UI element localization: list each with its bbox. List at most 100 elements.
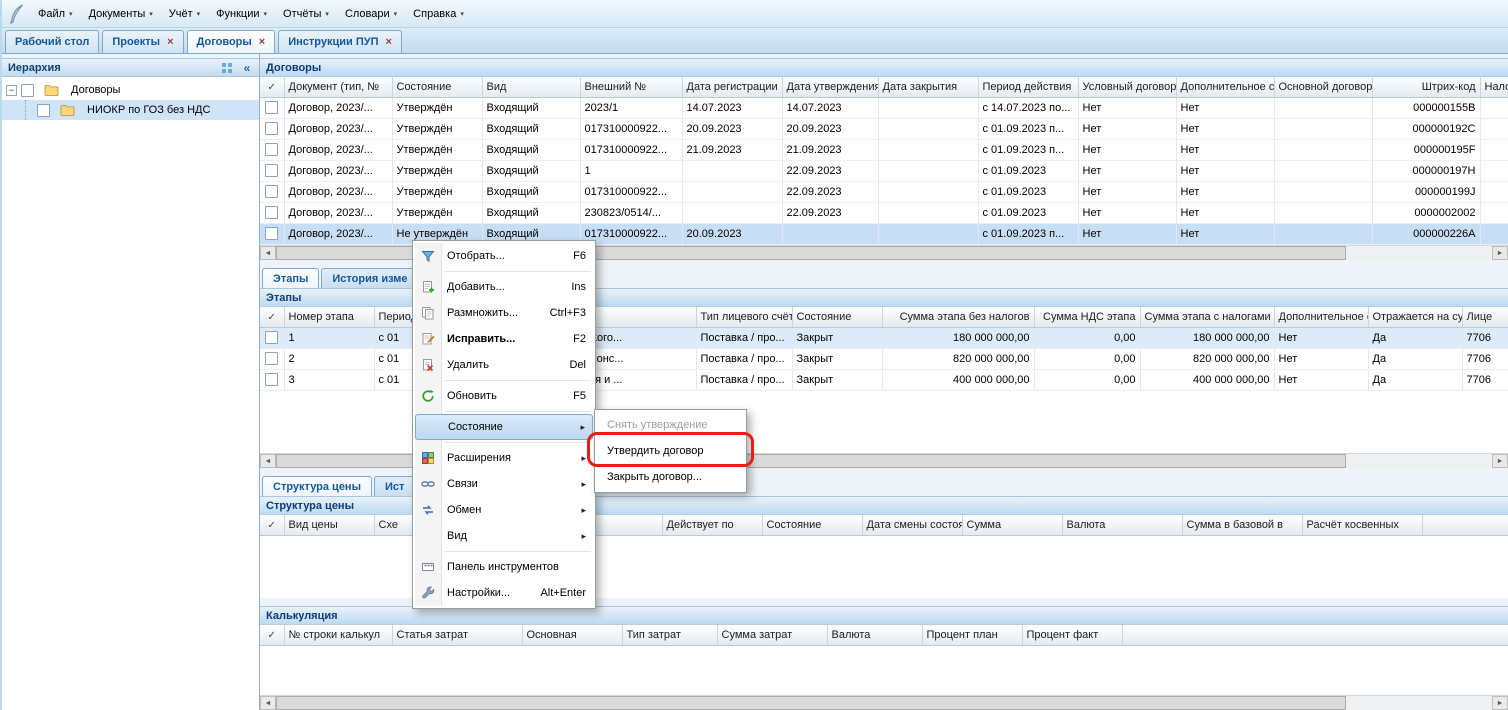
scrollbar-thumb[interactable] [276,696,1346,710]
column-header[interactable]: Вид цены [284,515,374,535]
column-header[interactable]: Статья затрат [392,625,522,645]
column-header[interactable]: Дополнительное с [1176,77,1274,97]
context-menu-item[interactable]: ОбновитьF5 [415,383,593,409]
column-header[interactable]: Дата смены состоя [862,515,962,535]
tab[interactable]: Рабочий стол [5,30,99,53]
column-header[interactable]: Сумма [962,515,1062,535]
collapse-sidebar-icon[interactable]: « [239,60,255,76]
tab[interactable]: Инструкции ПУП× [278,30,402,53]
menubar-item[interactable]: Функции▾ [208,4,275,24]
column-header[interactable]: № строки калькул [284,625,392,645]
column-header[interactable]: Нало [1480,77,1508,97]
scroll-right-icon[interactable]: ► [1492,696,1508,710]
close-contract-menu-item[interactable]: Закрыть договор... [597,464,744,490]
context-menu-item[interactable]: УдалитьDel [415,352,593,378]
checkbox-column-header[interactable]: ✓ [260,625,284,645]
table-row[interactable]: Договор, 2023/...УтверждёнВходящий122.09… [260,160,1508,181]
menubar-item[interactable]: Отчёты▾ [275,4,337,24]
scroll-left-icon[interactable]: ◄ [260,696,276,710]
context-menu-item[interactable]: Состояние▸ [415,414,593,440]
column-header[interactable]: Номер этапа [284,307,374,327]
context-menu-item[interactable]: Отобрать...F6 [415,243,593,269]
column-header[interactable]: Лице [1462,307,1508,327]
scroll-right-icon[interactable]: ► [1492,454,1508,468]
checkbox-column-header[interactable]: ✓ [260,515,284,535]
tree-item[interactable]: НИОКР по ГОЗ без НДС [2,100,259,120]
table-row[interactable]: Договор, 2023/...УтверждёнВходящий2023/1… [260,97,1508,118]
column-header[interactable]: Состояние [792,307,882,327]
context-menu-item[interactable]: Размножить...Ctrl+F3 [415,300,593,326]
menubar-item[interactable]: Документы▾ [81,4,161,24]
column-header[interactable]: Основная [522,625,622,645]
column-header[interactable]: Дата утверждения [782,77,878,97]
row-checkbox[interactable] [265,101,278,114]
context-menu-item[interactable]: Добавить...Ins [415,274,593,300]
row-checkbox[interactable] [265,331,278,344]
context-menu-item[interactable]: Обмен▸ [415,497,593,523]
grid-view-icon[interactable] [219,60,235,76]
column-header[interactable]: Расчёт косвенных [1302,515,1422,535]
column-header[interactable]: Основной договор [1274,77,1372,97]
remove-approval-menu-item[interactable]: Снять утверждение [597,412,744,438]
horizontal-scrollbar[interactable]: ◄ ► [260,695,1508,710]
tree-item[interactable]: −Договоры [2,80,259,100]
row-checkbox[interactable] [265,122,278,135]
context-menu-item[interactable]: Настройки...Alt+Enter [415,580,593,606]
table-row[interactable]: Договор, 2023/...УтверждёнВходящий017310… [260,118,1508,139]
row-checkbox[interactable] [265,143,278,156]
column-header[interactable]: Документ (тип, № [284,77,392,97]
column-header[interactable]: Сумма этапа без налогов [882,307,1034,327]
column-header[interactable]: Тип лицевого счёт [696,307,792,327]
menubar-item[interactable]: Словари▾ [337,4,405,24]
close-icon[interactable]: × [167,37,173,48]
column-header[interactable]: Валюта [827,625,922,645]
column-header[interactable]: Вид [482,77,580,97]
tab[interactable]: Проекты× [102,30,183,53]
table-row[interactable]: Договор, 2023/...УтверждёнВходящий017310… [260,181,1508,202]
close-icon[interactable]: × [259,37,265,48]
row-checkbox[interactable] [265,164,278,177]
column-header[interactable]: Дополнительное с [1274,307,1368,327]
column-header[interactable]: Отражается на су [1368,307,1462,327]
context-menu-item[interactable]: Панель инструментов [415,554,593,580]
column-header[interactable]: Процент факт [1022,625,1122,645]
column-header[interactable]: Состояние [762,515,862,535]
column-header[interactable]: Внешний № [580,77,682,97]
row-checkbox[interactable] [265,185,278,198]
column-header[interactable]: Условный договор [1078,77,1176,97]
column-header[interactable]: Тип затрат [622,625,717,645]
column-header[interactable]: Состояние [392,77,482,97]
column-header[interactable]: Действует по [662,515,762,535]
scrollbar-track[interactable] [276,696,1492,710]
column-header[interactable]: Сумма затрат [717,625,827,645]
table-row[interactable]: Договор, 2023/...УтверждёнВходящий017310… [260,139,1508,160]
column-header[interactable]: Сумма в базовой в [1182,515,1302,535]
column-header[interactable]: Сумма этапа с налогами [1140,307,1274,327]
column-header[interactable]: Период действия [978,77,1078,97]
context-menu-item[interactable]: Исправить...F2 [415,326,593,352]
approve-contract-menu-item[interactable]: Утвердить договор [597,438,744,464]
column-header[interactable]: Штрих-код [1372,77,1480,97]
tab[interactable]: Договоры× [187,30,276,53]
scroll-right-icon[interactable]: ► [1492,246,1508,260]
collapse-toggle-icon[interactable]: − [6,85,17,96]
column-header[interactable]: Дата закрытия [878,77,978,97]
checkbox-column-header[interactable]: ✓ [260,77,284,97]
row-checkbox[interactable] [265,352,278,365]
menubar-item[interactable]: Учёт▾ [161,4,208,24]
tree-checkbox[interactable] [21,84,34,97]
column-header[interactable]: Сумма НДС этапа [1034,307,1140,327]
row-checkbox[interactable] [265,227,278,240]
context-menu-item[interactable]: Связи▸ [415,471,593,497]
column-header[interactable]: Дата регистрации [682,77,782,97]
column-header[interactable]: Валюта [1062,515,1182,535]
tree-checkbox[interactable] [37,104,50,117]
table-row[interactable]: Договор, 2023/...УтверждёнВходящий230823… [260,202,1508,223]
tab[interactable]: Структура цены [262,476,372,496]
close-icon[interactable]: × [386,37,392,48]
scroll-left-icon[interactable]: ◄ [260,454,276,468]
tab[interactable]: Этапы [262,268,319,288]
menubar-item[interactable]: Файл▾ [30,4,81,24]
column-header[interactable]: Процент план [922,625,1022,645]
checkbox-column-header[interactable]: ✓ [260,307,284,327]
